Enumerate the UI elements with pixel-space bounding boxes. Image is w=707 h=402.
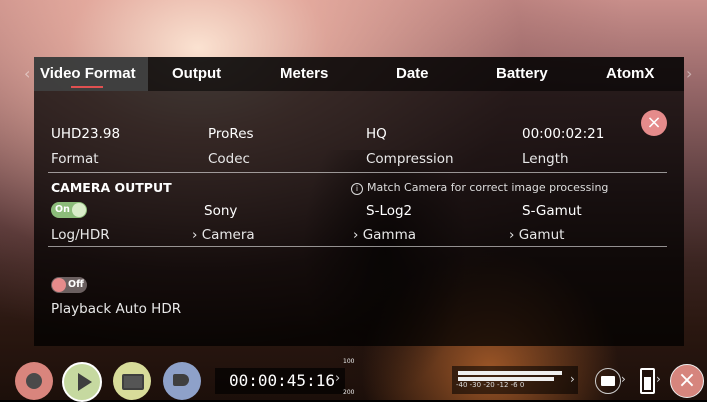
play-icon bbox=[78, 373, 92, 391]
toggle-label: Off bbox=[68, 279, 84, 290]
close-icon: × bbox=[646, 112, 662, 133]
gamma-label-text: Gamma bbox=[362, 227, 417, 243]
monitor-button[interactable] bbox=[113, 362, 151, 400]
folder-button[interactable] bbox=[595, 368, 621, 394]
compression-label: Compression bbox=[366, 151, 454, 167]
exit-button[interactable]: × bbox=[670, 364, 704, 398]
gamut-value[interactable]: S-Gamut bbox=[522, 203, 582, 219]
close-panel-button[interactable]: × bbox=[641, 110, 667, 136]
gamut-label-text: Gamut bbox=[518, 227, 565, 243]
camera-label-text: Camera bbox=[201, 227, 255, 243]
playback-auto-hdr-toggle[interactable]: Off bbox=[51, 277, 87, 293]
audio-scale: -40 -30 -20 -12 -6 0 bbox=[456, 381, 525, 389]
log-hdr-toggle[interactable]: On bbox=[51, 202, 87, 218]
tabs-right-arrow[interactable]: › bbox=[686, 64, 692, 83]
timecode-value: 00:00:45:16 bbox=[229, 371, 335, 390]
folder-arrow-icon[interactable]: › bbox=[621, 372, 626, 386]
timecode-display[interactable]: 00:00:45:16 bbox=[215, 368, 345, 394]
tab-label: Meters bbox=[280, 65, 329, 82]
tag-button[interactable] bbox=[163, 362, 201, 400]
monitor-icon bbox=[122, 374, 144, 390]
tab-label: Output bbox=[172, 65, 222, 82]
audio-meters[interactable]: -40 -30 -20 -12 -6 0 bbox=[452, 366, 578, 394]
battery-arrow-icon[interactable]: › bbox=[656, 372, 661, 386]
battery-icon[interactable] bbox=[640, 368, 655, 394]
info-icon: i bbox=[351, 183, 363, 195]
tab-label: Date bbox=[396, 65, 429, 82]
chevron-right-icon: › bbox=[192, 227, 198, 243]
hint-text: Match Camera for correct image processin… bbox=[367, 181, 609, 194]
camera-output-hint: i Match Camera for correct image processi… bbox=[351, 181, 608, 195]
close-icon: × bbox=[677, 368, 697, 393]
tab-output[interactable]: Output bbox=[172, 57, 221, 91]
folder-icon bbox=[601, 376, 615, 386]
playback-auto-hdr-label: Playback Auto HDR bbox=[51, 301, 182, 317]
camera-output-title: CAMERA OUTPUT bbox=[51, 180, 172, 195]
tabs-left-arrow[interactable]: ‹ bbox=[24, 64, 30, 83]
tab-meters[interactable]: Meters bbox=[280, 57, 328, 91]
gamma-value[interactable]: S-Log2 bbox=[366, 203, 412, 219]
toggle-label: On bbox=[55, 204, 70, 215]
audio-arrow-icon[interactable]: › bbox=[570, 372, 575, 386]
camera-label[interactable]: › Camera bbox=[192, 227, 255, 243]
chevron-right-icon: › bbox=[509, 227, 515, 243]
tag-icon bbox=[173, 374, 189, 386]
compression-value[interactable]: HQ bbox=[366, 126, 387, 142]
tab-atomx[interactable]: AtomX bbox=[606, 57, 654, 91]
divider bbox=[48, 172, 667, 173]
audio-meter-1 bbox=[458, 371, 562, 375]
tab-battery[interactable]: Battery bbox=[496, 57, 548, 91]
codec-label: Codec bbox=[208, 151, 250, 167]
battery-level bbox=[644, 377, 651, 390]
tab-active-underline bbox=[71, 86, 103, 88]
tab-bar: Video Format Output Meters Date Battery … bbox=[34, 57, 684, 91]
meter-top-label: 100 bbox=[343, 358, 355, 365]
tab-label: Video Format bbox=[40, 65, 136, 82]
gamut-label[interactable]: › Gamut bbox=[509, 227, 564, 243]
codec-value[interactable]: ProRes bbox=[208, 126, 254, 142]
record-button[interactable] bbox=[15, 362, 53, 400]
log-hdr-label: Log/HDR bbox=[51, 227, 110, 243]
tab-date[interactable]: Date bbox=[396, 57, 429, 91]
record-icon bbox=[26, 373, 42, 389]
length-label: Length bbox=[522, 151, 569, 167]
tab-video-format[interactable]: Video Format bbox=[34, 57, 148, 91]
tab-label: AtomX bbox=[606, 65, 655, 82]
divider bbox=[48, 246, 667, 247]
format-value[interactable]: UHD23.98 bbox=[51, 126, 120, 142]
length-value: 00:00:02:21 bbox=[522, 126, 605, 142]
toggle-knob bbox=[52, 278, 66, 292]
meter-bottom-label: 200 bbox=[343, 389, 355, 396]
gamma-label[interactable]: › Gamma bbox=[353, 227, 416, 243]
toggle-knob bbox=[72, 203, 86, 217]
camera-value[interactable]: Sony bbox=[204, 203, 237, 219]
tab-label: Battery bbox=[496, 65, 548, 82]
timecode-arrow-icon[interactable]: › bbox=[335, 371, 340, 386]
chevron-right-icon: › bbox=[353, 227, 359, 243]
play-button[interactable] bbox=[62, 362, 102, 402]
format-label: Format bbox=[51, 151, 99, 167]
